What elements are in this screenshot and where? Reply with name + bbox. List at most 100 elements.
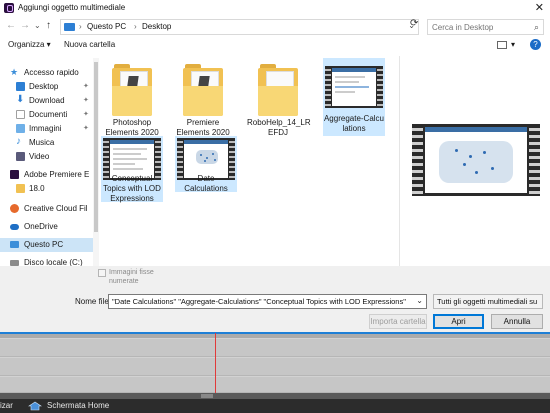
breadcrumb-questo-pc[interactable]: Questo PC — [87, 22, 126, 31]
sidebar-item-label: Creative Cloud Fil — [24, 204, 88, 213]
sidebar-item-video[interactable]: Video — [0, 150, 93, 164]
scrollbar-grip[interactable] — [201, 394, 213, 398]
recent-locations-button[interactable]: ⌄ — [34, 21, 41, 30]
file-name: Date Calculations — [184, 174, 228, 193]
video-icon — [16, 152, 25, 161]
search-box[interactable]: ⌕ — [427, 19, 544, 35]
file-item-robohelp[interactable]: RoboHelp_14_LR EFDJ — [247, 58, 311, 137]
organize-menu[interactable]: Organizza ▾ — [8, 40, 51, 49]
sidebar-item-questo-pc[interactable]: Questo PC — [0, 238, 93, 252]
forward-button[interactable]: → — [20, 20, 30, 31]
folder-icon — [258, 64, 298, 116]
sidebar-item-creative-cloud[interactable]: Creative Cloud Fil — [0, 202, 93, 216]
file-item-conceptual-topics[interactable]: Conceptual Topics with LOD Expressions — [101, 136, 163, 203]
add-media-dialog: Aggiungi oggetto multimediale ✕ ← → ⌄ ↑ … — [0, 0, 550, 333]
numbered-stills-checkbox[interactable] — [98, 269, 106, 277]
sidebar-item-onedrive[interactable]: OneDrive — [0, 220, 93, 234]
file-name: Conceptual Topics with LOD Expressions — [103, 174, 161, 203]
file-type-select[interactable]: Tutti gli oggetti multimediali su — [433, 294, 543, 309]
sidebar-item-label: OneDrive — [24, 222, 58, 231]
sidebar-item-label: Questo PC — [24, 240, 64, 249]
timeline-playhead[interactable] — [215, 333, 216, 395]
sidebar-item-18-0[interactable]: 18.0 — [0, 182, 93, 196]
timeline-track[interactable] — [0, 339, 550, 357]
dialog-title: Aggiungi oggetto multimediale — [18, 3, 126, 12]
star-icon: ★ — [10, 67, 19, 77]
file-name: Aggregate-Calcu lations — [323, 114, 385, 133]
sidebar-item-label: Download — [29, 96, 65, 105]
video-preview-thumbnail — [412, 124, 540, 196]
sidebar-item-adobe-premiere[interactable]: Adobe Premiere E — [0, 168, 93, 182]
dialog-footer: Immagini fisse numerate Nome file: ⌄ Tut… — [0, 266, 550, 333]
pin-icon: ✦ — [83, 97, 89, 104]
sidebar-item-label: Immagini — [29, 124, 62, 133]
file-name: Photoshop Elements 2020 — [105, 118, 159, 137]
new-folder-button[interactable]: Nuova cartella — [64, 40, 115, 49]
cancel-button[interactable]: Annulla — [491, 314, 543, 329]
breadcrumb-desktop[interactable]: Desktop — [142, 22, 171, 31]
file-item-photoshop-elements[interactable]: Photoshop Elements 2020 — [101, 58, 163, 137]
onedrive-icon — [10, 224, 19, 230]
title-bar: Aggiungi oggetto multimediale ✕ — [0, 0, 550, 16]
home-icon[interactable] — [27, 401, 43, 411]
file-item-date-calculations[interactable]: Date Calculations — [175, 136, 237, 193]
file-type-value: Tutti gli oggetti multimediali su — [437, 297, 538, 306]
truncated-label: izar — [0, 401, 13, 410]
view-menu-chevron-icon[interactable]: ▾ — [511, 40, 515, 49]
sidebar-item-documenti[interactable]: Documenti ✦ — [0, 108, 93, 122]
premiere-icon — [10, 170, 19, 179]
sidebar-item-download[interactable]: ⬇ Download ✦ — [0, 94, 93, 108]
close-button[interactable]: ✕ — [535, 1, 544, 14]
file-name: Premiere Elements 2020 — [176, 118, 230, 137]
pc-icon — [10, 241, 19, 248]
download-icon: ⬇ — [16, 94, 25, 105]
creative-cloud-icon — [10, 204, 19, 213]
help-icon[interactable]: ? — [530, 39, 541, 50]
folder-icon — [112, 64, 152, 116]
filename-field[interactable] — [109, 295, 409, 308]
sidebar-item-label: Desktop — [29, 82, 59, 91]
sidebar-item-label: Documenti — [29, 110, 68, 119]
pin-icon: ✦ — [83, 125, 89, 132]
address-bar[interactable]: › Questo PC › Desktop ⌄ — [60, 19, 419, 35]
file-list: Photoshop Elements 2020 Premiere Element… — [99, 56, 399, 266]
filename-combo[interactable]: ⌄ — [108, 294, 427, 309]
documents-icon — [16, 110, 25, 119]
pin-icon: ✦ — [83, 111, 89, 118]
refresh-button[interactable]: ⟳ — [410, 18, 418, 29]
timeline-track[interactable] — [0, 377, 550, 393]
sidebar-item-accesso-rapido[interactable]: ★ Accesso rapido — [0, 66, 93, 80]
navigation-pane: ★ Accesso rapido Desktop ✦ ⬇ Download ✦ … — [0, 58, 93, 268]
search-input[interactable] — [428, 20, 526, 34]
video-thumbnail — [325, 66, 383, 108]
premiere-elements-icon — [4, 3, 14, 13]
import-folder-button[interactable]: Importa cartella — [369, 314, 427, 329]
file-name: RoboHelp_14_LR EFDJ — [247, 118, 311, 137]
desktop-icon — [16, 82, 25, 91]
open-button[interactable]: Apri — [433, 314, 484, 329]
timeline-area: izar Schermata Home — [0, 332, 550, 413]
command-bar: Organizza ▾ Nuova cartella ▾ ? — [0, 38, 550, 54]
sidebar-item-label: Accesso rapido — [24, 68, 79, 77]
music-icon: ♪ — [16, 136, 21, 147]
file-item-premiere-elements[interactable]: Premiere Elements 2020 — [172, 58, 234, 137]
home-screen-button[interactable]: Schermata Home — [47, 401, 109, 410]
sidebar-item-desktop[interactable]: Desktop ✦ — [0, 80, 93, 94]
numbered-stills-label: Immagini fisse numerate — [109, 269, 154, 285]
back-button[interactable]: ← — [6, 20, 16, 31]
up-button[interactable]: ↑ — [46, 20, 51, 31]
navigation-bar: ← → ⌄ ↑ › Questo PC › Desktop ⌄ ⟳ ⌕ — [0, 16, 550, 38]
pin-icon: ✦ — [83, 83, 89, 90]
sidebar-item-musica[interactable]: ♪ Musica — [0, 136, 93, 150]
folder-icon — [16, 184, 25, 193]
sidebar-item-immagini[interactable]: Immagini ✦ — [0, 122, 93, 136]
file-item-aggregate-calculations[interactable]: Aggregate-Calcu lations — [323, 58, 385, 136]
timeline-ruler — [0, 334, 550, 338]
chevron-down-icon[interactable]: ⌄ — [416, 296, 423, 305]
view-options-icon[interactable] — [497, 41, 507, 49]
folder-icon — [64, 23, 75, 31]
breadcrumb-separator: › — [134, 22, 137, 31]
home-bar: izar Schermata Home — [0, 399, 550, 413]
scrollbar-thumb[interactable] — [94, 62, 98, 232]
timeline-track[interactable] — [0, 358, 550, 376]
